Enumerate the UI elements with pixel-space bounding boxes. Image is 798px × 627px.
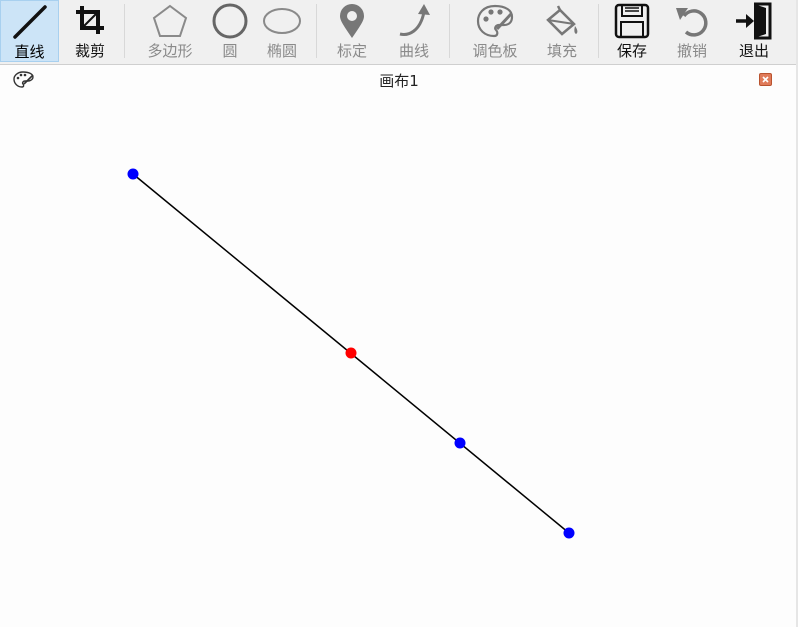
- toolbar-separator: [449, 4, 450, 58]
- tool-curve-label: 曲线: [398, 42, 429, 60]
- tool-crop-label: 裁剪: [74, 42, 105, 60]
- map-pin-icon: [340, 4, 364, 38]
- tool-undo-label: 撤销: [676, 42, 707, 60]
- tool-exit-button[interactable]: 退出: [726, 0, 782, 62]
- drawing-canvas[interactable]: [0, 65, 798, 627]
- tool-mark-label: 标定: [336, 42, 367, 60]
- tool-ellipse-button[interactable]: 椭圆: [256, 0, 308, 62]
- toolbar-separator: [124, 4, 125, 58]
- pentagon-icon: [152, 4, 188, 37]
- tool-circle-label: 圆: [222, 42, 238, 60]
- tool-exit-label: 退出: [738, 42, 769, 60]
- line-midpoint[interactable]: [345, 347, 357, 359]
- toolbar-separator: [598, 4, 599, 58]
- tool-palette-label: 调色板: [472, 42, 518, 60]
- line-icon: [12, 5, 47, 39]
- tool-curve-button[interactable]: 曲线: [386, 0, 442, 62]
- line-start-point[interactable]: [127, 168, 139, 180]
- tool-save-label: 保存: [616, 42, 647, 60]
- paint-bucket-icon: [546, 5, 578, 36]
- exit-door-icon: [736, 2, 772, 40]
- circle-icon: [212, 3, 248, 39]
- tool-crop-button[interactable]: 裁剪: [61, 0, 119, 62]
- tool-fill-label: 填充: [546, 42, 577, 60]
- palette-icon: [476, 4, 514, 38]
- canvas-window: 画布1: [0, 65, 798, 627]
- tool-ellipse-label: 椭圆: [266, 42, 297, 60]
- tool-save-button[interactable]: 保存: [606, 0, 658, 62]
- crop-icon: [76, 6, 104, 34]
- floppy-disk-icon: [614, 3, 650, 39]
- tool-mark-button[interactable]: 标定: [326, 0, 378, 62]
- tool-undo-button[interactable]: 撤销: [664, 0, 720, 62]
- undo-icon: [676, 8, 708, 37]
- line-control-point[interactable]: [454, 437, 466, 449]
- tool-fill-button[interactable]: 填充: [533, 0, 591, 62]
- line-end-point[interactable]: [563, 527, 575, 539]
- tool-palette-button[interactable]: 调色板: [459, 0, 531, 62]
- tool-line-label: 直线: [14, 43, 45, 61]
- toolbar: 直线 裁剪 多边形 圆 椭圆 标定 曲线 调色板 填充 保存 撤销 退出: [0, 0, 798, 65]
- tool-polygon-label: 多边形: [147, 42, 193, 60]
- curve-arrow-icon: [399, 4, 430, 36]
- toolbar-separator: [316, 4, 317, 58]
- tool-polygon-button[interactable]: 多边形: [134, 0, 206, 62]
- ellipse-icon: [263, 8, 301, 34]
- tool-line-button[interactable]: 直线: [0, 0, 59, 62]
- tool-circle-button[interactable]: 圆: [206, 0, 254, 62]
